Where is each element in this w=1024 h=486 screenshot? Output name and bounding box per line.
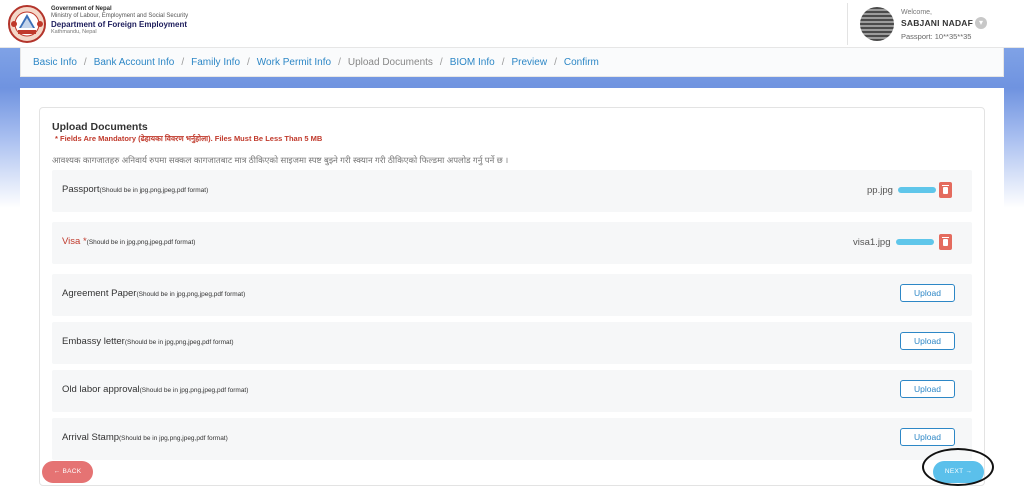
- document-label: Passport(Should be in jpg,png,jpeg,pdf f…: [62, 184, 208, 195]
- department-name: Department of Foreign Employment: [51, 19, 188, 29]
- mandatory-note: * Fields Are Mandatory (ढेहायका विवरण भर…: [55, 134, 323, 143]
- document-label: Embassy letter(Should be in jpg,png,jpeg…: [62, 336, 234, 347]
- format-hint: (Should be in jpg,png,jpeg,pdf format): [136, 291, 246, 298]
- document-label: Old labor approval(Should be in jpg,png,…: [62, 384, 248, 395]
- document-row-agreement-paper: Agreement Paper(Should be in jpg,png,jpe…: [52, 274, 972, 316]
- breadcrumb: Basic Info / Bank Account Info / Family …: [20, 48, 1004, 77]
- document-name: Agreement Paper: [62, 288, 137, 299]
- arrow-left-icon: ←: [53, 468, 61, 475]
- upload-button[interactable]: Upload: [900, 428, 955, 446]
- format-hint: (Should be in jpg,png,jpeg,pdf format): [124, 339, 234, 346]
- uploaded-file-name[interactable]: pp.jpg: [867, 185, 893, 196]
- user-menu-chevron-icon[interactable]: ▾: [975, 17, 987, 29]
- format-hint: (Should be in jpg,png,jpeg,pdf format): [119, 435, 228, 442]
- delete-trash-icon[interactable]: [939, 182, 952, 198]
- document-row-old-labor-approval: Old labor approval(Should be in jpg,png,…: [52, 370, 972, 412]
- gov-location: Kathmandu, Nepal: [51, 28, 97, 35]
- user-profile[interactable]: Welcome, SABJANI NADAF J Passport: 10**3…: [847, 3, 1007, 45]
- breadcrumb-separator: /: [554, 56, 557, 68]
- document-row-visa: Visa *(Should be in jpg,png,jpeg,pdf for…: [52, 222, 972, 264]
- document-row-passport: Passport(Should be in jpg,png,jpeg,pdf f…: [52, 170, 972, 212]
- app-header: Government of Nepal Ministry of Labour, …: [0, 0, 1024, 48]
- uploaded-file-name[interactable]: visa1.jpg: [853, 237, 891, 248]
- breadcrumb-separator: /: [83, 56, 87, 68]
- format-hint: (Should be in jpg,png,jpeg,pdf format): [99, 187, 209, 194]
- document-name: Embassy letter: [62, 336, 125, 347]
- document-label: Visa *(Should be in jpg,png,jpeg,pdf for…: [62, 236, 195, 247]
- breadcrumb-upload-documents: Upload Documents: [347, 56, 433, 68]
- upload-progress-bar: [898, 187, 936, 193]
- upload-button[interactable]: Upload: [900, 332, 955, 350]
- format-hint: (Should be in jpg,png,jpeg,pdf format): [139, 387, 249, 394]
- breadcrumb-family-info[interactable]: Family Info: [191, 57, 240, 68]
- breadcrumb-preview[interactable]: Preview: [511, 57, 547, 68]
- breadcrumb-biom-info[interactable]: BIOM Info: [450, 57, 495, 68]
- section-title: Upload Documents: [52, 121, 148, 133]
- passport-number: Passport: 10**35**35: [901, 32, 972, 41]
- avatar: [860, 7, 894, 41]
- gov-line-1: Government of Nepal: [51, 6, 112, 12]
- upload-progress-bar: [896, 239, 934, 245]
- breadcrumb-confirm[interactable]: Confirm: [564, 57, 599, 68]
- format-hint: (Should be in jpg,png,jpeg,pdf format): [86, 239, 196, 246]
- document-name: Arrival Stamp: [62, 432, 120, 443]
- document-row-arrival-stamp: Arrival Stamp(Should be in jpg,png,jpeg,…: [52, 418, 972, 460]
- back-label: BACK: [62, 468, 82, 475]
- upload-button[interactable]: Upload: [900, 380, 955, 398]
- back-button[interactable]: ← BACK: [42, 461, 93, 483]
- user-name: SABJANI NADAF J: [901, 18, 981, 28]
- welcome-text: Welcome,: [901, 9, 932, 16]
- next-button-highlight-circle: [922, 448, 994, 486]
- document-name: Old labor approval: [62, 384, 140, 395]
- delete-trash-icon[interactable]: [939, 234, 952, 250]
- document-row-embassy-letter: Embassy letter(Should be in jpg,png,jpeg…: [52, 322, 972, 364]
- breadcrumb-basic-info[interactable]: Basic Info: [33, 57, 77, 68]
- document-name: Visa *: [62, 236, 87, 247]
- breadcrumb-separator: /: [338, 56, 341, 68]
- government-emblem-icon: [8, 5, 46, 43]
- breadcrumb-bank-account-info[interactable]: Bank Account Info: [94, 57, 175, 68]
- breadcrumb-separator: /: [181, 56, 185, 68]
- upload-button[interactable]: Upload: [900, 284, 955, 302]
- breadcrumb-separator: /: [247, 56, 250, 68]
- breadcrumb-separator: /: [439, 56, 443, 68]
- gov-line-2: Ministry of Labour, Employment and Socia…: [51, 12, 189, 19]
- document-label: Arrival Stamp(Should be in jpg,png,jpeg,…: [62, 432, 228, 443]
- document-name: Passport: [62, 184, 100, 195]
- breadcrumb-separator: /: [501, 56, 505, 68]
- nepali-instruction: आवश्यक कागजातहरु अनिवार्य रुपमा सक्कल का…: [52, 155, 509, 165]
- breadcrumb-work-permit-info[interactable]: Work Permit Info: [257, 57, 331, 68]
- document-label: Agreement Paper(Should be in jpg,png,jpe…: [62, 288, 245, 299]
- government-title-block: Government of Nepal Ministry of Labour, …: [51, 6, 188, 35]
